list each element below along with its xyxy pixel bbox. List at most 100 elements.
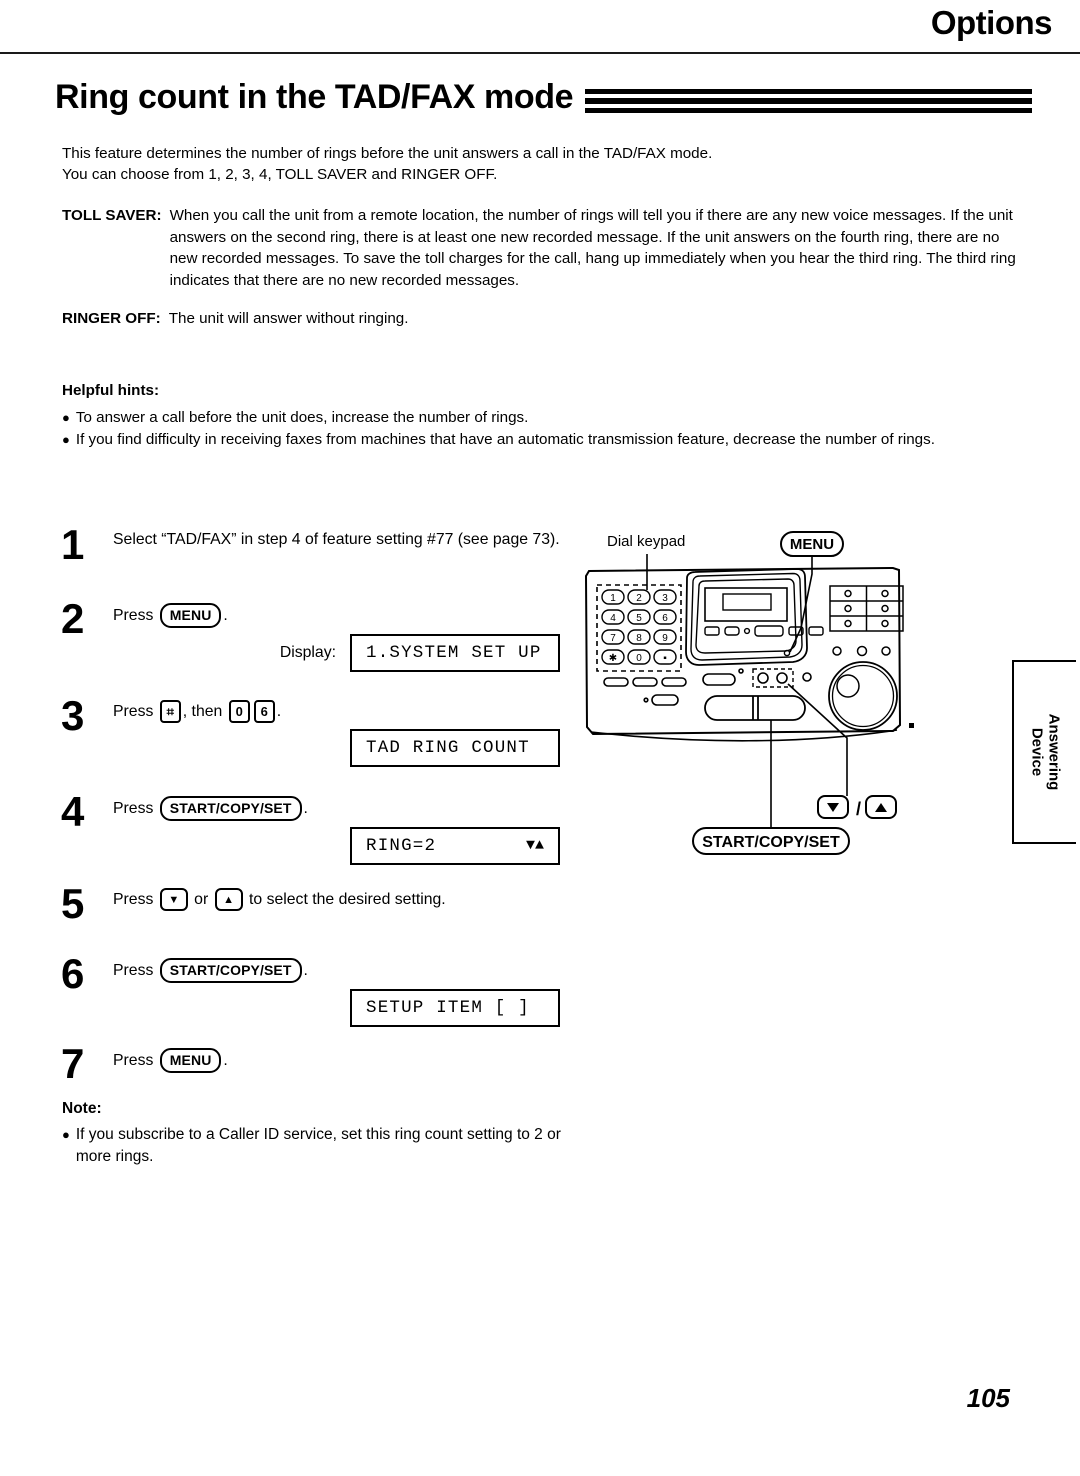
callout-arrow-keys: / bbox=[817, 795, 897, 819]
lcd-display: RING=2 ▼▲ bbox=[350, 827, 560, 865]
digit-key-0[interactable]: 0 bbox=[228, 700, 250, 723]
step-number: 1 bbox=[61, 521, 85, 568]
definition-body: The unit will answer without ringing. bbox=[169, 308, 409, 330]
press-label: Press bbox=[113, 606, 154, 624]
svg-text:6: 6 bbox=[662, 613, 668, 624]
dial-keypad: 1 2 3 4 5 6 7 8 9 ✱ 0 ▪ bbox=[601, 589, 677, 665]
definition-term: TOLL SAVER: bbox=[62, 207, 162, 224]
note-title: Note: bbox=[62, 1100, 102, 1117]
then-label: , then bbox=[182, 702, 223, 720]
bullet-icon: ● bbox=[62, 409, 70, 425]
lcd-text: TAD RING COUNT bbox=[366, 738, 530, 758]
definition-text: When you call the unit from a remote loc… bbox=[169, 207, 1016, 289]
display-row: SETUP ITEM [ ] bbox=[113, 989, 560, 1027]
display-row: TAD RING COUNT bbox=[113, 729, 560, 767]
step-number: 2 bbox=[61, 595, 85, 642]
down-arrow-key[interactable]: ▼ bbox=[159, 888, 188, 911]
hint-text: If you find difficulty in receiving faxe… bbox=[75, 431, 935, 448]
step-instruction: Press ▼ or ▲ to select the desired setti… bbox=[113, 888, 560, 911]
step-instruction: Press START/COPY/SET . bbox=[113, 796, 560, 821]
svg-text:0: 0 bbox=[636, 653, 642, 664]
menu-button[interactable]: MENU bbox=[159, 1048, 222, 1073]
lcd-arrow-indicators: ▼▲ bbox=[525, 837, 544, 854]
step-6: 6 Press START/COPY/SET . SETUP ITEM [ ] bbox=[55, 950, 560, 1044]
hash-key[interactable]: ⌗ bbox=[159, 700, 181, 723]
press-label: Press bbox=[113, 961, 154, 979]
press-label: Press bbox=[113, 702, 154, 720]
step-7: 7 Press MENU . bbox=[55, 1040, 560, 1099]
start-copy-set-button[interactable]: START/COPY/SET bbox=[159, 796, 302, 821]
svg-text:✱: ✱ bbox=[609, 653, 617, 664]
svg-text:/: / bbox=[856, 799, 861, 819]
side-index-tab: Answering Device bbox=[1012, 660, 1076, 844]
period: . bbox=[223, 606, 228, 624]
lcd-text: 1.SYSTEM SET UP bbox=[366, 643, 542, 663]
function-keys-row bbox=[603, 677, 687, 706]
svg-text:START/COPY/SET: START/COPY/SET bbox=[702, 834, 840, 851]
svg-text:4: 4 bbox=[610, 613, 616, 624]
page-title-row: Ring count in the TAD/FAX mode bbox=[55, 78, 1032, 117]
note-section: Note: ● If you subscribe to a Caller ID … bbox=[62, 1098, 562, 1169]
lcd-text: RING=2 bbox=[366, 836, 437, 856]
page-title: Ring count in the TAD/FAX mode bbox=[55, 78, 574, 116]
device-diagram: Dial keypad MENU 1 2 3 4 5 6 7 8 9 ✱ 0 ▪… bbox=[575, 528, 995, 873]
lcd-display: TAD RING COUNT bbox=[350, 729, 560, 767]
header-divider bbox=[0, 52, 1080, 54]
display-row: Display: 1.SYSTEM SET UP bbox=[113, 634, 560, 672]
device-lcd-buttons bbox=[704, 625, 824, 637]
menu-button[interactable]: MENU bbox=[159, 603, 222, 628]
title-rule-decoration bbox=[585, 83, 1032, 113]
step-tail-label: to select the desired setting. bbox=[249, 890, 446, 908]
step-3: 3 Press ⌗ , then 0 6 . TAD RING COUNT bbox=[55, 695, 560, 792]
helpful-hints-title: Helpful hints: bbox=[62, 382, 160, 399]
round-button-row bbox=[832, 645, 891, 657]
device-body-outline bbox=[584, 566, 902, 736]
digit-key-6[interactable]: 6 bbox=[253, 700, 275, 723]
step-number: 7 bbox=[61, 1040, 85, 1087]
period: . bbox=[276, 702, 282, 720]
callout-dial-keypad-label: Dial keypad bbox=[607, 533, 685, 550]
display-row: RING=2 ▼▲ bbox=[113, 827, 560, 865]
manual-page: Options Ring count in the TAD/FAX mode T… bbox=[0, 0, 1080, 1476]
step-instruction: Press START/COPY/SET . bbox=[113, 958, 560, 983]
section-tab-options: Options bbox=[930, 4, 1053, 41]
intro-paragraph: This feature determines the number of ri… bbox=[62, 143, 1030, 185]
lcd-display: 1.SYSTEM SET UP bbox=[350, 634, 560, 672]
svg-text:9: 9 bbox=[662, 633, 668, 644]
helpful-hints-section: Helpful hints: ● To answer a call before… bbox=[62, 380, 1030, 452]
step-5: 5 Press ▼ or ▲ to select the desired set… bbox=[55, 883, 560, 954]
definition-text: The unit will answer without ringing. bbox=[168, 310, 409, 327]
svg-text:2: 2 bbox=[636, 593, 642, 604]
device-lcd-glass bbox=[704, 587, 788, 622]
start-copy-set-button[interactable]: START/COPY/SET bbox=[159, 958, 302, 983]
period: . bbox=[303, 961, 308, 979]
definition-term: RINGER OFF: bbox=[62, 310, 161, 327]
device-lcd-text-area bbox=[722, 593, 772, 611]
up-arrow-key[interactable]: ▲ bbox=[214, 888, 243, 911]
side-tab-line-1: Answering bbox=[1045, 713, 1062, 791]
speed-dial-grid bbox=[829, 585, 904, 632]
svg-text:3: 3 bbox=[662, 593, 668, 604]
step-instruction: Press ⌗ , then 0 6 . bbox=[113, 700, 560, 723]
intro-line-2: You can choose from 1, 2, 3, 4, TOLL SAV… bbox=[62, 166, 498, 183]
device-indicator-dot bbox=[909, 723, 914, 728]
step-number: 6 bbox=[61, 950, 85, 997]
definition-body: When you call the unit from a remote loc… bbox=[170, 205, 1030, 291]
down-arrow-icon bbox=[827, 803, 839, 812]
step-1: 1 Select “TAD/FAX” in step 4 of feature … bbox=[55, 521, 560, 599]
note-text: If you subscribe to a Caller ID service,… bbox=[75, 1126, 561, 1165]
up-arrow-icon bbox=[875, 803, 887, 812]
display-label: Display: bbox=[279, 644, 336, 661]
callout-start-copy-set: START/COPY/SET bbox=[692, 827, 850, 855]
svg-text:8: 8 bbox=[636, 633, 642, 644]
svg-text:7: 7 bbox=[610, 633, 616, 644]
step-instruction: Press MENU . bbox=[113, 603, 560, 628]
device-rotary-dial bbox=[828, 661, 898, 731]
definition-ringer-off: RINGER OFF: The unit will answer without… bbox=[62, 308, 1030, 330]
intro-line-1: This feature determines the number of ri… bbox=[62, 145, 713, 162]
svg-text:▪: ▪ bbox=[663, 653, 667, 664]
step-2: 2 Press MENU . Display: 1.SYSTEM SET UP bbox=[55, 595, 560, 696]
hint-text: To answer a call before the unit does, i… bbox=[75, 408, 529, 426]
side-tab-line-2: Device bbox=[1028, 727, 1045, 777]
bullet-icon: ● bbox=[62, 1127, 70, 1142]
